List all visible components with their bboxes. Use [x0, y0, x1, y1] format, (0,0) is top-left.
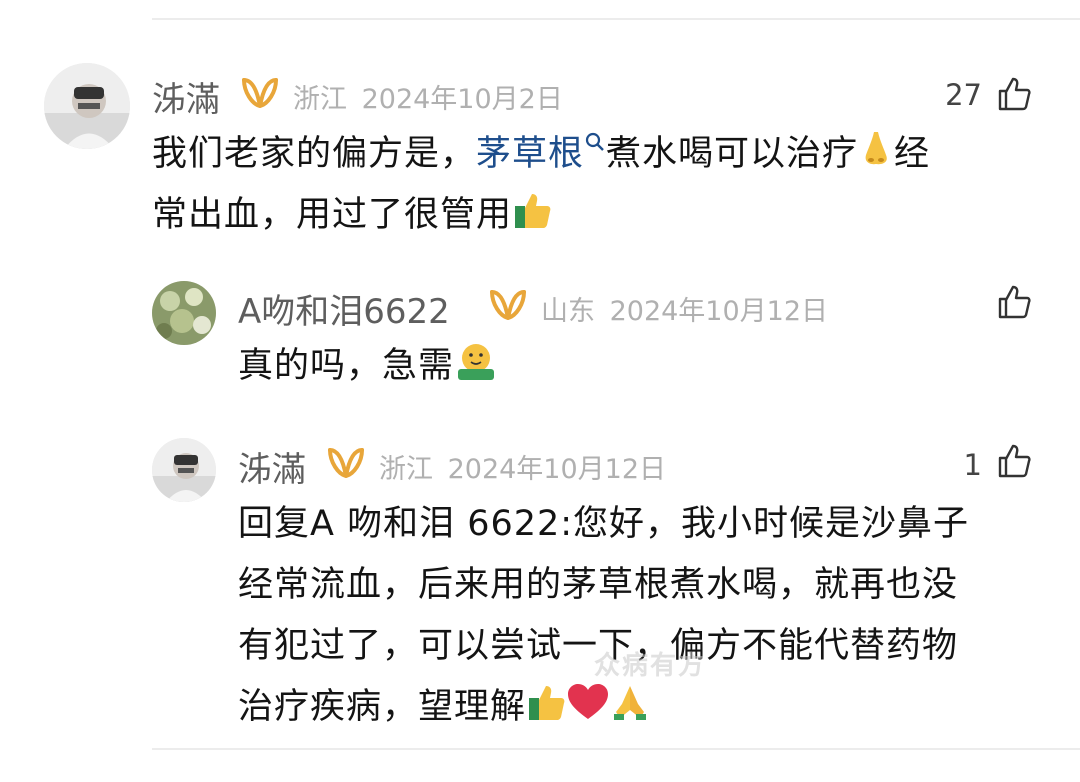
- search-icon[interactable]: [584, 131, 606, 159]
- date: 2024年10月2日: [361, 84, 563, 115]
- date: 2024年10月12日: [447, 454, 667, 485]
- text-line: 回复A 吻和泪 6622:您好，我小时候是沙鼻子: [238, 504, 970, 544]
- nose-emoji: [865, 132, 887, 165]
- username[interactable]: 泲滿: [238, 442, 306, 491]
- money-mouth-emoji: [458, 344, 495, 380]
- comment-text: 真的吗，急需: [238, 336, 1038, 397]
- like-count: 27: [945, 78, 982, 112]
- like-count: 1: [963, 448, 982, 482]
- comment-meta: 山东 2024年10月12日: [541, 289, 828, 328]
- text-segment: 常出血，用过了很管用: [152, 195, 513, 235]
- thumbs-up-emoji: [529, 686, 565, 720]
- thumbs-up-icon[interactable]: [996, 284, 1032, 320]
- thumbs-up-emoji: [515, 194, 551, 228]
- vip-badge-icon: [242, 78, 278, 109]
- vip-badge-icon: [328, 448, 364, 479]
- text-line: 治疗疾病，望理解: [238, 687, 527, 727]
- top-divider: [152, 18, 1080, 20]
- text-segment: 真的吗，急需: [238, 346, 455, 386]
- date: 2024年10月12日: [609, 296, 829, 327]
- watermark: 众病有方: [594, 651, 707, 681]
- heart-emoji: [568, 684, 609, 719]
- vip-badge-icon: [490, 290, 526, 321]
- text-line: 经常流血，后来用的茅草根煮水喝，就再也没: [238, 565, 959, 605]
- comment-text: 我们老家的偏方是，茅草根 煮水喝可以治疗经 常出血，用过了很管用: [152, 124, 1052, 246]
- location: 山东: [541, 296, 595, 327]
- thumbs-up-icon[interactable]: [996, 76, 1032, 112]
- text-segment: 经: [894, 134, 931, 174]
- pray-emoji: [614, 686, 647, 720]
- comment-text: 回复A 吻和泪 6622:您好，我小时候是沙鼻子 经常流血，后来用的茅草根煮水喝…: [238, 494, 1058, 738]
- avatar[interactable]: [152, 281, 216, 345]
- link-maocaogen[interactable]: 茅草根: [476, 134, 584, 174]
- thumbs-up-icon[interactable]: [996, 443, 1032, 479]
- avatar[interactable]: [152, 438, 216, 502]
- username[interactable]: A吻和泪6622: [238, 284, 450, 333]
- comment-meta: 浙江 2024年10月12日: [379, 447, 666, 486]
- bottom-divider: [152, 748, 1080, 750]
- location: 浙江: [293, 84, 347, 115]
- text-segment: 煮水喝可以治疗: [606, 134, 859, 174]
- username[interactable]: 泲滿: [152, 72, 220, 121]
- location: 浙江: [379, 454, 433, 485]
- avatar[interactable]: [44, 63, 130, 149]
- comment-meta: 浙江 2024年10月2日: [293, 77, 563, 116]
- text-segment: 我们老家的偏方是，: [152, 134, 477, 174]
